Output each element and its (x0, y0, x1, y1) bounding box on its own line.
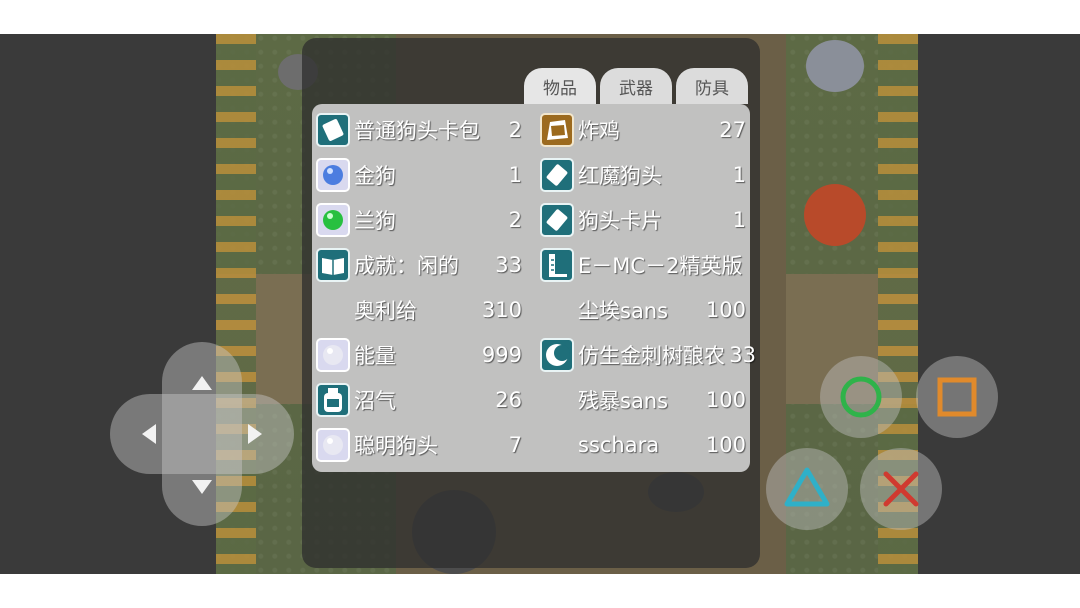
circle-button[interactable] (820, 356, 902, 438)
item-row-sschara[interactable]: sschara 100 (540, 423, 750, 467)
item-qty: 7 (508, 433, 522, 457)
tab-weapons[interactable]: 武器 (600, 68, 672, 104)
item-name: 炸鸡 (578, 119, 620, 143)
item-row-card-pack[interactable]: 普通狗头卡包 2 (316, 108, 526, 152)
triangle-button[interactable] (766, 448, 848, 530)
seal-sprite (806, 40, 864, 92)
item-qty: 2 (508, 118, 522, 142)
blue-orb-icon (316, 158, 350, 192)
item-name: 狗头卡片 (578, 209, 662, 233)
item-row-red-demon-dog[interactable]: 红魔狗头 1 (540, 153, 750, 197)
item-name: sschara (578, 433, 660, 457)
item-name: 尘埃sans (578, 299, 669, 323)
cross-icon (883, 471, 919, 507)
item-row-aoligei[interactable]: 奥利给 310 (316, 288, 526, 332)
flask-icon (540, 248, 574, 282)
item-name: 奥利给 (354, 299, 417, 323)
item-name: 沼气 (354, 389, 396, 413)
item-row-biogas[interactable]: 沼气 26 (316, 378, 526, 422)
dpad-vertical (162, 342, 242, 526)
item-name: 成就：闲的 (354, 254, 459, 278)
item-row-blue-dog[interactable]: 兰狗 2 (316, 198, 526, 242)
item-qty: 27 (719, 118, 746, 142)
item-row-dust-sans[interactable]: 尘埃sans 100 (540, 288, 750, 332)
white-orb-icon (316, 428, 350, 462)
item-row-gold-dog[interactable]: 金狗 1 (316, 153, 526, 197)
game-screen: 物品 武器 防具 普通狗头卡包 2 金狗 1 兰狗 2 成就：闲的 33 奥利给… (0, 34, 1080, 574)
card-icon (540, 158, 574, 192)
item-name: 能量 (354, 344, 396, 368)
circle-icon (840, 376, 882, 418)
tab-items[interactable]: 物品 (524, 68, 596, 104)
item-row-emc2-elite[interactable]: E－MC－2精英版 (540, 243, 762, 287)
card-icon (540, 203, 574, 237)
item-qty: 33 (729, 343, 756, 367)
item-qty: 100 (705, 433, 746, 457)
dpad-right-icon[interactable] (248, 424, 262, 444)
item-row-brutal-sans[interactable]: 残暴sans 100 (540, 378, 750, 422)
item-qty: 1 (732, 208, 746, 232)
square-icon (937, 377, 977, 417)
item-name: 聪明狗头 (354, 434, 438, 458)
dpad-up-icon[interactable] (192, 376, 212, 390)
green-orb-icon (316, 203, 350, 237)
cross-button[interactable] (860, 448, 942, 530)
item-row-dog-card[interactable]: 狗头卡片 1 (540, 198, 750, 242)
item-row-smart-dog[interactable]: 聪明狗头 7 (316, 423, 526, 467)
item-name: E－MC－2精英版 (578, 254, 743, 278)
item-qty: 100 (705, 298, 746, 322)
inventory-tabs: 物品 武器 防具 (524, 68, 748, 104)
item-name: 残暴sans (578, 389, 669, 413)
item-name: 金狗 (354, 164, 396, 188)
item-qty: 26 (495, 388, 522, 412)
crescent-icon (540, 338, 574, 372)
item-name: 仿生金刺树酿农 (578, 344, 725, 368)
item-row-fried-chicken[interactable]: 炸鸡 27 (540, 108, 750, 152)
item-name: 兰狗 (354, 209, 396, 233)
item-qty: 1 (508, 163, 522, 187)
item-row-bionic[interactable]: 仿生金刺树酿农 33 (540, 333, 760, 377)
dpad-down-icon[interactable] (192, 480, 212, 494)
book-icon (316, 248, 350, 282)
item-name: 红魔狗头 (578, 164, 662, 188)
triangle-icon (784, 467, 830, 507)
square-button[interactable] (916, 356, 998, 438)
white-orb-icon (316, 338, 350, 372)
item-row-achievement[interactable]: 成就：闲的 33 (316, 243, 526, 287)
dpad-left-icon[interactable] (142, 424, 156, 444)
fox-sprite (804, 184, 866, 246)
item-row-energy[interactable]: 能量 999 (316, 333, 526, 377)
dpad[interactable] (110, 342, 294, 526)
item-qty: 1 (732, 163, 746, 187)
tab-armor[interactable]: 防具 (676, 68, 748, 104)
item-name: 普通狗头卡包 (354, 119, 480, 143)
item-qty: 100 (705, 388, 746, 412)
fried-chicken-icon (540, 113, 574, 147)
item-qty: 999 (481, 343, 522, 367)
card-pack-icon (316, 113, 350, 147)
item-qty: 310 (481, 298, 522, 322)
item-qty: 2 (508, 208, 522, 232)
jar-icon (316, 383, 350, 417)
item-qty: 33 (495, 253, 522, 277)
